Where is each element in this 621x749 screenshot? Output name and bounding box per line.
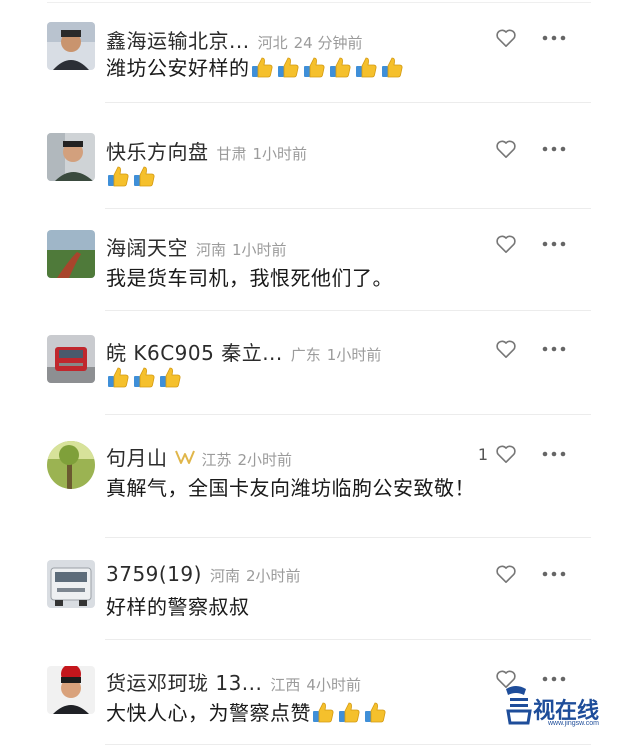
heart-outline-icon[interactable] <box>495 28 517 48</box>
heart-outline-icon[interactable] <box>495 339 517 359</box>
avatar[interactable] <box>47 22 95 70</box>
divider <box>105 102 591 103</box>
divider <box>105 744 591 745</box>
comment-meta: 江苏 2小时前 <box>202 449 293 470</box>
timestamp: 1小时前 <box>252 145 308 163</box>
divider <box>105 208 591 209</box>
comment-header: 货运邓珂珑 13... 江西 4小时前 <box>106 667 361 696</box>
comment-header: 句月山 江苏 2小时前 <box>106 442 293 471</box>
avatar[interactable] <box>47 335 95 383</box>
heart-outline-icon[interactable] <box>495 564 517 584</box>
thumbs-up-emoji <box>160 367 181 388</box>
region: 河北 <box>257 34 288 52</box>
comment-content <box>106 365 184 389</box>
comment-meta: 河北 24 分钟前 <box>258 32 363 53</box>
vip-badge-icon <box>174 450 195 464</box>
avatar[interactable] <box>47 441 95 489</box>
thumbs-up-emoji <box>303 57 324 77</box>
region: 江西 <box>270 676 301 694</box>
thumbs-up-emoji <box>108 367 129 388</box>
thumbs-up-emoji <box>339 702 360 722</box>
thumbs-up-emoji <box>365 702 386 722</box>
thumbs-up-emoji <box>134 367 155 388</box>
heart-outline-icon[interactable] <box>495 234 517 254</box>
avatar[interactable] <box>47 560 95 608</box>
region: 河南 <box>196 241 227 259</box>
thumbs-group <box>311 700 389 724</box>
region: 广东 <box>290 346 321 364</box>
comment-meta: 江西 4小时前 <box>270 674 361 695</box>
watermark-url: www.jingsw.com <box>548 720 599 727</box>
region: 河南 <box>209 567 240 585</box>
avatar[interactable] <box>47 230 95 278</box>
timestamp: 2小时前 <box>237 451 293 469</box>
comment-header: 鑫海运输北京... 河北 24 分钟前 <box>106 25 363 54</box>
comment-content: 好样的警察叔叔 <box>106 591 250 620</box>
divider <box>105 310 591 311</box>
comment-content: 我是货车司机，我恨死他们了。 <box>106 262 393 291</box>
comment-header: 海阔天空 河南 1小时前 <box>106 232 287 261</box>
divider <box>105 414 591 415</box>
comment-meta: 甘肃 1小时前 <box>217 143 308 164</box>
divider <box>105 537 591 538</box>
comment-meta: 河南 1小时前 <box>196 239 287 260</box>
thumbs-up-emoji <box>108 166 129 187</box>
more-horizontal-icon[interactable] <box>542 450 566 458</box>
comment-header: 3759(19) 河南 2小时前 <box>106 562 301 588</box>
more-horizontal-icon[interactable] <box>542 570 566 578</box>
timestamp: 1小时前 <box>326 346 382 364</box>
heart-outline-icon[interactable] <box>495 444 517 464</box>
comment-header: 快乐方向盘 甘肃 1小时前 <box>106 136 308 165</box>
more-horizontal-icon[interactable] <box>542 145 566 153</box>
thumbs-up-emoji <box>134 166 155 187</box>
top-divider <box>47 2 591 3</box>
username[interactable]: 快乐方向盘 <box>106 136 209 165</box>
comment-content: 真解气，全国卡友向潍坊临朐公安致敬！ <box>106 472 475 501</box>
username[interactable]: 海阔天空 <box>106 232 188 261</box>
timestamp: 2小时前 <box>245 567 301 585</box>
divider <box>105 639 591 640</box>
more-horizontal-icon[interactable] <box>542 34 566 42</box>
thumbs-up-emoji <box>277 57 298 77</box>
more-horizontal-icon[interactable] <box>542 345 566 353</box>
comment-header: 皖 K6C905 秦立... 广东 1小时前 <box>106 337 382 366</box>
thumbs-group <box>106 164 158 188</box>
avatar[interactable] <box>47 666 95 714</box>
comment-text: 潍坊公安好样的 <box>106 56 250 80</box>
more-horizontal-icon[interactable] <box>542 240 566 248</box>
username[interactable]: 3759(19) <box>106 562 202 586</box>
thumbs-group <box>106 365 184 389</box>
region: 江苏 <box>201 451 232 469</box>
heart-outline-icon[interactable] <box>495 139 517 159</box>
comment-text: 真解气，全国卡友向潍坊临朐公安致敬！ <box>106 476 475 500</box>
region: 甘肃 <box>216 145 247 163</box>
thumbs-up-emoji <box>329 57 350 77</box>
username[interactable]: 货运邓珂珑 13... <box>106 667 262 696</box>
thumbs-up-emoji <box>251 57 272 77</box>
like-count: 1 <box>477 445 488 464</box>
comment-text: 我是货车司机，我恨死他们了。 <box>106 266 393 290</box>
comment-content: 大快人心，为警察点赞 <box>106 697 389 726</box>
timestamp: 24 分钟前 <box>293 34 363 52</box>
username[interactable]: 句月山 <box>106 442 168 471</box>
comment-text: 大快人心，为警察点赞 <box>106 701 311 725</box>
comment-meta: 广东 1小时前 <box>291 344 382 365</box>
comment-meta: 河南 2小时前 <box>210 565 301 586</box>
thumbs-up-emoji <box>381 57 402 77</box>
thumbs-group <box>250 55 406 79</box>
comment-content <box>106 164 158 188</box>
comment-content: 潍坊公安好样的 <box>106 52 406 81</box>
timestamp: 4小时前 <box>306 676 361 694</box>
thumbs-up-emoji <box>355 57 376 77</box>
comment-text: 好样的警察叔叔 <box>106 595 250 619</box>
username[interactable]: 鑫海运输北京... <box>106 25 250 54</box>
avatar[interactable] <box>47 133 95 181</box>
thumbs-up-emoji <box>313 702 334 722</box>
username[interactable]: 皖 K6C905 秦立... <box>106 337 283 366</box>
timestamp: 1小时前 <box>232 241 287 259</box>
